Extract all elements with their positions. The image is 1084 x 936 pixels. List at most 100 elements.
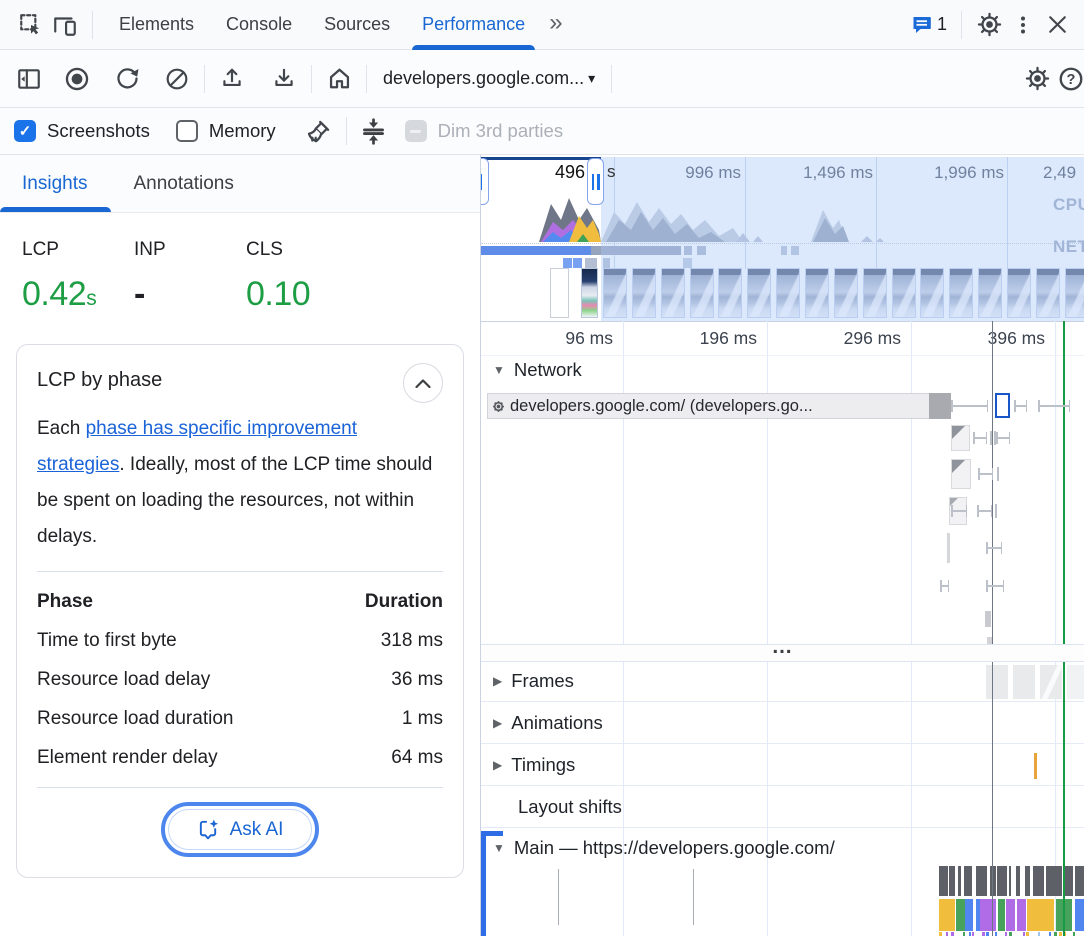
- network-request-bar[interactable]: developers.google.com/ (developers.go...: [487, 393, 951, 419]
- network-resizer-handle[interactable]: …: [481, 644, 1084, 662]
- flame-bar: [972, 932, 975, 936]
- network-track-header[interactable]: ▼ Network: [493, 359, 582, 381]
- memory-checkbox[interactable]: Memory: [176, 120, 276, 142]
- history-url-selector[interactable]: developers.google.com... ▾: [377, 68, 601, 89]
- ask-ai-focus-ring: Ask AI: [161, 802, 320, 857]
- small-request-box[interactable]: [951, 425, 970, 451]
- garbage-collect-brush-icon[interactable]: [302, 114, 336, 148]
- screenshots-checkbox[interactable]: ✓ Screenshots: [14, 120, 150, 142]
- metric-inp: INP-: [134, 239, 246, 314]
- request-whisker: [996, 432, 1010, 444]
- triangle-down-icon[interactable]: ▼: [493, 841, 505, 855]
- metric-value: 0.42s: [22, 275, 134, 314]
- close-icon[interactable]: [1040, 8, 1074, 42]
- help-icon[interactable]: ?: [1054, 62, 1084, 96]
- track-timings[interactable]: ▶ Timings: [481, 744, 1084, 786]
- divider: [961, 11, 962, 39]
- record-reload-button[interactable]: [110, 62, 144, 96]
- triangle-right-icon[interactable]: ▶: [493, 716, 502, 730]
- selection-left-handle[interactable]: [481, 158, 489, 205]
- timeline-tracks[interactable]: 96 ms196 ms296 ms396 ms ▼ Network develo…: [481, 321, 1084, 936]
- flame-bar: [939, 866, 948, 896]
- network-lane-chip: [573, 258, 582, 268]
- metric-number: 0.10: [246, 275, 310, 313]
- selection-top-border: [481, 157, 601, 160]
- network-lane-selected: [481, 246, 599, 255]
- dock-side-icon[interactable]: [12, 62, 46, 96]
- settings-gear-icon[interactable]: [972, 8, 1006, 42]
- frame-thumbnail[interactable]: [1040, 665, 1064, 699]
- flame-bar: [1005, 932, 1008, 936]
- flame-bar: [965, 899, 973, 931]
- metric-value: 0.10: [246, 275, 310, 314]
- upload-profile-icon[interactable]: [215, 62, 249, 96]
- triangle-right-icon[interactable]: ▶: [493, 674, 502, 688]
- ask-ai-button[interactable]: Ask AI: [168, 809, 313, 850]
- track-animations[interactable]: ▶ Animations: [481, 702, 1084, 744]
- memory-label: Memory: [209, 120, 276, 142]
- metric-cls: CLS0.10: [246, 239, 310, 314]
- tab-sources[interactable]: Sources: [308, 0, 406, 50]
- divider: [611, 65, 612, 93]
- divider: [92, 11, 93, 39]
- flame-bar: [1075, 899, 1084, 931]
- phase-row: Resource load duration1 ms: [37, 699, 443, 738]
- divider: [311, 65, 312, 93]
- collapse-sections-icon[interactable]: [357, 114, 391, 148]
- triangle-down-icon[interactable]: ▼: [493, 363, 505, 377]
- flame-bar: [1073, 932, 1076, 936]
- main-track-header[interactable]: ▼ Main — https://developers.google.com/: [493, 837, 835, 859]
- checkbox-checked-icon[interactable]: ✓: [14, 120, 36, 142]
- svg-text:?: ?: [1067, 71, 1076, 87]
- phase-name: Resource load duration: [37, 708, 233, 730]
- home-icon[interactable]: [322, 62, 356, 96]
- collapse-card-button[interactable]: [403, 363, 443, 403]
- flame-bar: [997, 866, 1007, 896]
- track-layout-shifts[interactable]: Layout shifts: [481, 786, 1084, 828]
- frame-thumbnail[interactable]: [986, 665, 1010, 699]
- more-tabs-icon[interactable]: »: [541, 9, 570, 37]
- frame-thumbnail[interactable]: [1013, 665, 1037, 699]
- flame-bar: [1027, 899, 1040, 931]
- record-button[interactable]: [60, 62, 94, 96]
- issues-counter[interactable]: 1: [906, 8, 951, 42]
- device-toolbar-icon[interactable]: [48, 8, 82, 42]
- sidebar-tab-annotations[interactable]: Annotations: [133, 155, 233, 212]
- checkbox-indeterminate-icon: [405, 120, 427, 142]
- screenshot-thumbnail-blank[interactable]: [550, 268, 569, 318]
- small-request-box[interactable]: [951, 459, 971, 489]
- flame-bar: [1054, 932, 1057, 936]
- capture-settings-gear-icon[interactable]: [1020, 62, 1054, 96]
- devtools-tab-bar: ElementsConsoleSourcesPerformance » 1: [0, 0, 1084, 50]
- timeline-panel: 996 ms1,496 ms1,996 ms2,49 CPU NET: [480, 155, 1084, 936]
- tab-console[interactable]: Console: [210, 0, 308, 50]
- phase-duration: 36 ms: [391, 669, 443, 691]
- clear-button[interactable]: [160, 62, 194, 96]
- ask-ai-label: Ask AI: [230, 819, 284, 841]
- timeline-overview-minimap[interactable]: 996 ms1,496 ms1,996 ms2,49 CPU NET: [481, 157, 1084, 322]
- selected-request-outline[interactable]: [995, 393, 1010, 418]
- timing-event-marker[interactable]: [1034, 753, 1037, 779]
- frame-thumbnail[interactable]: [1067, 665, 1084, 699]
- ruler-tick-label: 396 ms: [988, 328, 1045, 349]
- phase-duration-table: PhaseDurationTime to first byte318 msRes…: [37, 582, 443, 777]
- selection-right-handle[interactable]: [587, 158, 604, 205]
- flame-bar: [1009, 932, 1012, 936]
- triangle-right-icon[interactable]: ▶: [493, 758, 502, 772]
- dim-third-parties-checkbox: Dim 3rd parties: [405, 120, 563, 142]
- divider: [366, 65, 367, 93]
- checkbox-unchecked-icon[interactable]: [176, 120, 198, 142]
- lcp-by-phase-card[interactable]: LCP by phase Each phase has specific imp…: [16, 344, 464, 878]
- tab-elements[interactable]: Elements: [103, 0, 210, 50]
- kebab-menu-icon[interactable]: [1006, 8, 1040, 42]
- sidebar-tab-insights[interactable]: Insights: [22, 155, 87, 212]
- ai-spark-bubble-icon: [197, 818, 220, 841]
- capture-controls-bar: ✓ Screenshots Memory: [0, 108, 1084, 155]
- screenshot-thumbnail-first-paint[interactable]: [581, 268, 598, 318]
- tab-performance[interactable]: Performance: [406, 0, 541, 50]
- request-whisker: [973, 432, 987, 444]
- phase-duration: 64 ms: [391, 747, 443, 769]
- inspect-element-icon[interactable]: [14, 8, 48, 42]
- download-profile-icon[interactable]: [267, 62, 301, 96]
- overview-dimmed-region[interactable]: [601, 157, 1084, 321]
